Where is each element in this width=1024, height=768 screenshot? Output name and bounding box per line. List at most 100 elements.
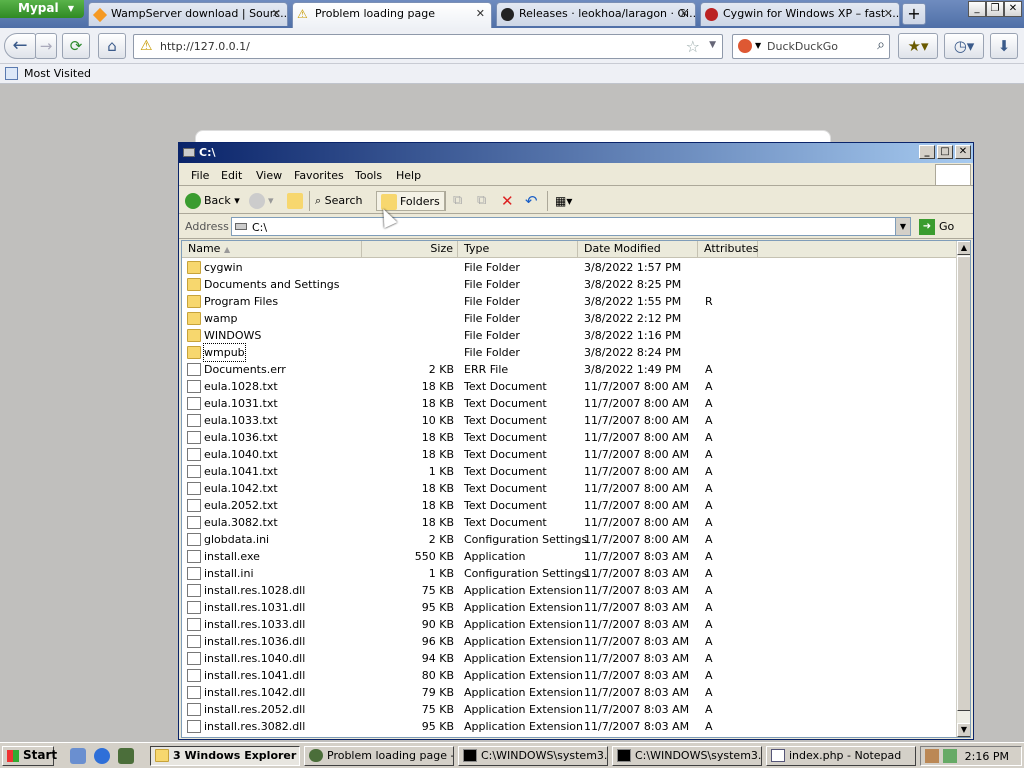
table-row[interactable]: eula.1036.txt 18 KB Text Document 11/7/2007… [182, 429, 958, 446]
search-bar[interactable]: ▼ DuckDuckGo ⌕ [732, 34, 890, 59]
table-row[interactable]: eula.1040.txt 18 KB Text Document 11/7/2007… [182, 446, 958, 463]
menu-favorites[interactable]: Favorites [294, 169, 344, 182]
chevron-down-icon[interactable]: ▼ [709, 40, 716, 50]
table-row[interactable]: install.res.1042.dll 79 KB Application Ext… [182, 684, 958, 701]
tab-cygwin[interactable]: Cygwin for Windows XP – fast ... ✕ [700, 2, 900, 26]
menu-view[interactable]: View [256, 169, 282, 182]
table-row[interactable]: cygwin File Folder 3/8/2022 1:57 PM [182, 259, 958, 276]
menu-tools[interactable]: Tools [355, 169, 382, 182]
table-row[interactable]: eula.1031.txt 18 KB Text Document 11/7/2007… [182, 395, 958, 412]
maximize-button[interactable]: □ [937, 145, 953, 159]
up-folder-button[interactable] [287, 191, 306, 211]
close-icon[interactable]: ✕ [680, 3, 689, 25]
table-row[interactable]: globdata.ini 2 KB Configuration Settings 11… [182, 531, 958, 548]
table-row[interactable]: eula.1033.txt 10 KB Text Document 11/7/2007… [182, 412, 958, 429]
table-row[interactable]: eula.2052.txt 18 KB Text Document 11/7/2007… [182, 497, 958, 514]
table-row[interactable]: install.res.1028.dll 75 KB Application Ext… [182, 582, 958, 599]
address-text[interactable]: C:\ [252, 221, 267, 234]
column-attributes[interactable]: Attributes [698, 241, 758, 258]
table-row[interactable]: wmpub File Folder 3/8/2022 8:24 PM [182, 343, 958, 362]
scroll-thumb[interactable] [957, 256, 970, 711]
reload-button[interactable]: ⟳ [62, 33, 90, 59]
undo-button[interactable]: ↶ [525, 191, 538, 211]
search-icon[interactable]: ⌕ [877, 37, 885, 53]
downloads-button[interactable]: ⬇ [990, 33, 1018, 59]
table-row[interactable]: wamp File Folder 3/8/2022 2:12 PM [182, 310, 958, 327]
delete-button[interactable]: ✕ [501, 191, 514, 211]
table-row[interactable]: eula.1042.txt 18 KB Text Document 11/7/2007… [182, 480, 958, 497]
copy-to-button[interactable]: ⧉ [477, 191, 486, 211]
scroll-down-icon[interactable]: ▼ [957, 723, 970, 737]
explorer-title-bar[interactable]: C:\ _ □ ✕ [179, 143, 973, 163]
table-row[interactable]: Program Files File Folder 3/8/2022 1:55 PM… [182, 293, 958, 310]
close-icon[interactable]: ✕ [476, 3, 485, 25]
address-field[interactable]: C:\ ▼ [231, 217, 911, 236]
tab-wampserver[interactable]: WampServer download | Sourc... ✕ [88, 2, 288, 26]
task-cmd-1[interactable]: C:\WINDOWS\system3... [458, 746, 608, 766]
search-input[interactable]: DuckDuckGo [767, 40, 838, 53]
wamp-tray-icon[interactable] [943, 749, 957, 763]
home-button[interactable]: ⌂ [98, 33, 126, 59]
search-button[interactable]: ⌕ Search [315, 191, 362, 211]
clock[interactable]: 2:16 PM [965, 750, 1009, 763]
table-row[interactable]: install.res.3082.dll 95 KB Application Ext… [182, 718, 958, 735]
table-row[interactable]: Documents and Settings File Folder 3/8/202… [182, 276, 958, 293]
task-windows-explorer[interactable]: 3 Windows Explorer ▾ [150, 746, 300, 766]
close-button[interactable]: ✕ [1004, 1, 1022, 17]
back-button[interactable]: ← [4, 33, 36, 59]
table-row[interactable]: install.res.1033.dll 90 KB Application Ext… [182, 616, 958, 633]
column-type[interactable]: Type [458, 241, 578, 258]
minimize-button[interactable]: _ [968, 1, 986, 17]
bookmark-star-icon[interactable]: ☆ [686, 37, 700, 56]
start-button[interactable]: Start [2, 746, 57, 766]
menu-edit[interactable]: Edit [221, 169, 242, 182]
move-to-button[interactable]: ⧉ [453, 191, 462, 211]
task-notepad[interactable]: index.php - Notepad [766, 746, 916, 766]
back-button[interactable]: Back ▾ [185, 191, 240, 211]
go-button[interactable]: ➜ Go [919, 218, 954, 236]
forward-button[interactable]: ▾ [249, 191, 274, 211]
url-bar[interactable]: ⚠ http://127.0.0.1/ ☆ ▼ [133, 34, 723, 59]
tab-problem-loading[interactable]: ⚠ Problem loading page ✕ [292, 2, 492, 28]
table-row[interactable]: install.res.2052.dll 75 KB Application Ext… [182, 701, 958, 718]
table-row[interactable]: install.res.1036.dll 96 KB Application Ext… [182, 633, 958, 650]
show-desktop-icon[interactable] [70, 748, 86, 764]
duckduckgo-icon[interactable] [738, 39, 752, 53]
forward-button[interactable]: → [35, 33, 57, 59]
close-icon[interactable]: ✕ [884, 3, 893, 25]
close-button[interactable]: ✕ [955, 145, 971, 159]
tab-laragon-releases[interactable]: Releases · leokhoa/laragon · Gi... ✕ [496, 2, 696, 26]
new-tab-button[interactable]: + [902, 3, 926, 25]
table-row[interactable]: install.res.1041.dll 80 KB Application Ext… [182, 667, 958, 684]
menu-help[interactable]: Help [396, 169, 421, 182]
views-button[interactable]: ▦▾ [555, 191, 572, 211]
chevron-down-icon[interactable]: ▼ [755, 41, 761, 50]
minimize-button[interactable]: _ [919, 145, 935, 159]
url-text[interactable]: http://127.0.0.1/ [160, 40, 250, 53]
table-row[interactable]: WINDOWS File Folder 3/8/2022 1:16 PM [182, 327, 958, 344]
mypal-quicklaunch-icon[interactable] [118, 748, 134, 764]
chevron-down-icon[interactable]: ▼ [895, 218, 910, 235]
table-row[interactable]: install.res.1031.dll 95 KB Application Ext… [182, 599, 958, 616]
table-row[interactable]: eula.1028.txt 18 KB Text Document 11/7/2007… [182, 378, 958, 395]
bookmarks-button[interactable]: ★▾ [898, 33, 938, 59]
table-row[interactable]: install.ini 1 KB Configuration Settings 11/… [182, 565, 958, 582]
menu-file[interactable]: File [191, 169, 209, 182]
task-cmd-2[interactable]: C:\WINDOWS\system3... [612, 746, 762, 766]
history-button[interactable]: ◷▾ [944, 33, 984, 59]
network-tray-icon[interactable] [925, 749, 939, 763]
table-row[interactable]: eula.3082.txt 18 KB Text Document 11/7/2007… [182, 514, 958, 531]
most-visited-bookmark[interactable]: Most Visited [24, 67, 91, 80]
scroll-up-icon[interactable]: ▲ [957, 241, 970, 255]
column-size[interactable]: Size [362, 241, 458, 258]
task-browser[interactable]: Problem loading page -... [304, 746, 454, 766]
column-date-modified[interactable]: Date Modified [578, 241, 698, 258]
table-row[interactable]: Documents.err 2 KB ERR File 3/8/2022 1:49 P… [182, 361, 958, 378]
vertical-scrollbar[interactable]: ▲ ▼ [956, 241, 970, 737]
table-row[interactable]: install.res.1040.dll 94 KB Application Ext… [182, 650, 958, 667]
column-name[interactable]: Name ▲ [182, 241, 362, 258]
close-icon[interactable]: ✕ [272, 3, 281, 25]
table-row[interactable]: eula.1041.txt 1 KB Text Document 11/7/2007 … [182, 463, 958, 480]
mypal-menu-button[interactable]: Mypal ▼ [0, 0, 84, 18]
table-row[interactable]: install.exe 550 KB Application 11/7/2007 8:… [182, 548, 958, 565]
